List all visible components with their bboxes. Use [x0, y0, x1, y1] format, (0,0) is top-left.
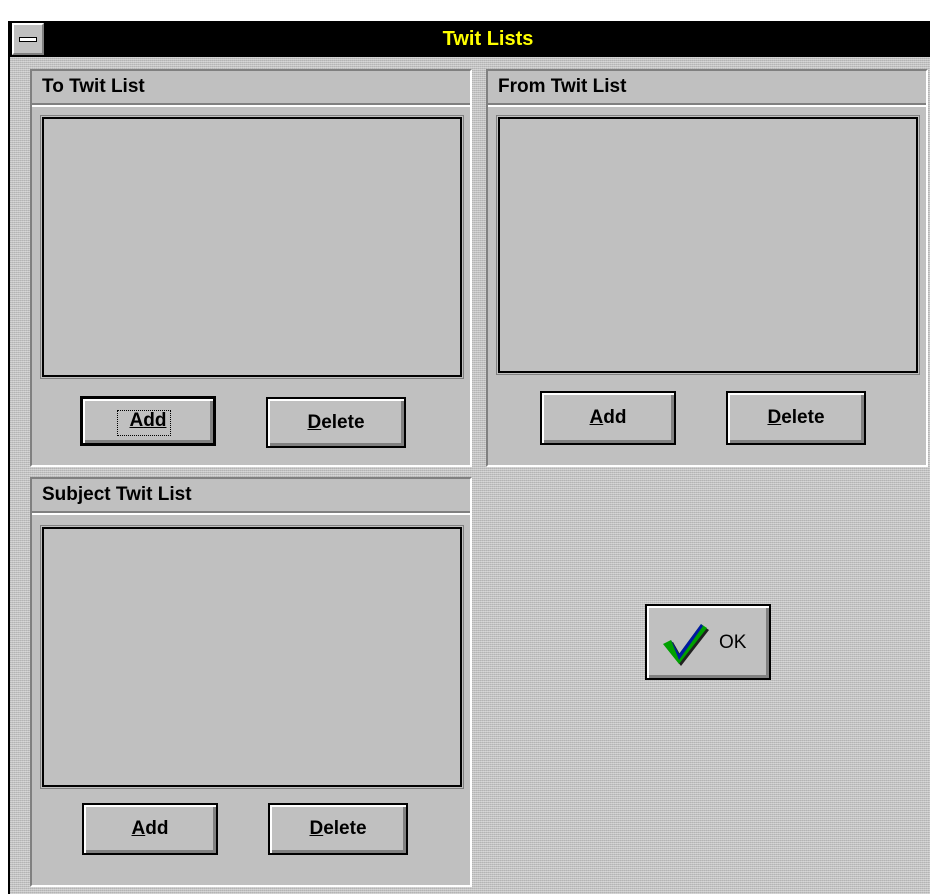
ok-button[interactable]: OK	[645, 604, 771, 680]
title-bar: Twit Lists	[10, 21, 930, 57]
from-twit-listbox[interactable]	[496, 115, 920, 375]
to-add-button[interactable]: Add	[80, 396, 216, 446]
subject-twit-listbox[interactable]	[40, 525, 464, 789]
from-add-button[interactable]: Add	[540, 391, 676, 445]
from-delete-label: Delete	[767, 407, 825, 428]
to-twit-list-title: To Twit List	[32, 71, 470, 107]
to-twit-listbox[interactable]	[40, 115, 464, 379]
checkmark-icon	[663, 624, 709, 666]
subject-twit-list-group: Subject Twit List Add Delete	[30, 477, 472, 887]
to-delete-label: Delete	[307, 411, 365, 433]
dialog-client-area: To Twit List Add Delete From Twit List A…	[10, 57, 930, 894]
to-add-label: Add	[129, 410, 167, 431]
ok-label: OK	[719, 632, 747, 653]
twit-lists-dialog: Twit Lists To Twit List Add Delete From …	[8, 21, 930, 894]
from-twit-list-group: From Twit List Add Delete	[486, 69, 928, 467]
to-delete-button[interactable]: Delete	[266, 397, 406, 448]
system-menu-icon	[19, 37, 37, 42]
system-menu-button[interactable]	[12, 23, 44, 55]
subject-delete-button[interactable]: Delete	[268, 803, 408, 855]
subject-add-button[interactable]: Add	[82, 803, 218, 855]
window-title: Twit Lists	[442, 28, 534, 50]
subject-add-label: Add	[131, 818, 169, 839]
from-delete-button[interactable]: Delete	[726, 391, 866, 445]
to-twit-list-group: To Twit List Add Delete	[30, 69, 472, 467]
subject-twit-list-title: Subject Twit List	[32, 479, 470, 515]
subject-delete-label: Delete	[309, 818, 367, 839]
from-twit-list-title: From Twit List	[488, 71, 926, 107]
from-add-label: Add	[589, 407, 627, 428]
